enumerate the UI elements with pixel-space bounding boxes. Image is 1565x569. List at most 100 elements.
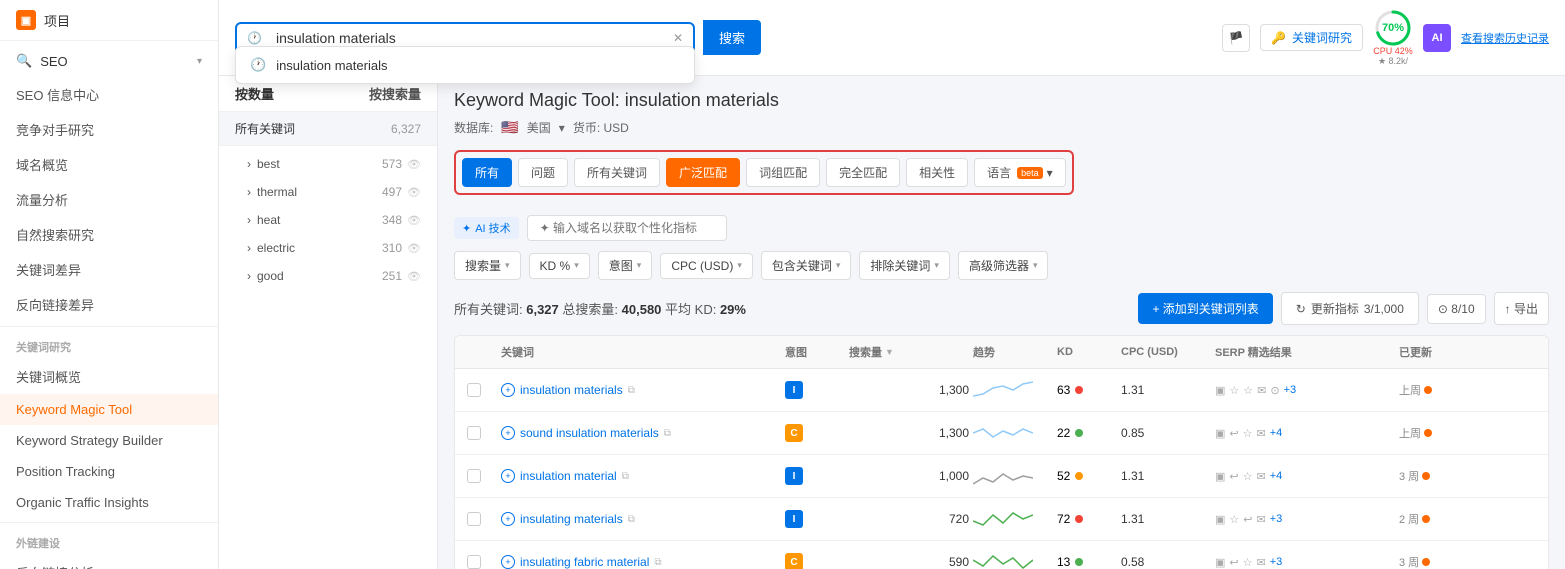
serp-icon-1: ▣ [1215,470,1225,483]
filter-tab-lang[interactable]: 语言 beta ▾ [974,158,1066,187]
copy-icon[interactable]: ⧉ [628,385,635,396]
kw-group-item-label: electric [257,241,295,255]
add-kw-icon[interactable]: + [501,469,515,483]
cpc-cell: 0.85 [1121,426,1211,440]
kw-group-item-best[interactable]: › best 573 👁 [219,150,437,178]
kw-group-list: › best 573 👁 › thermal 497 👁 [219,146,437,294]
filter-tab-exact[interactable]: 完全匹配 [826,158,900,187]
row-checkbox[interactable] [467,383,481,397]
stats-actions: + 添加到关键词列表 ↻ 更新指标 3/1,000 ⊙ 8/10 ↑ 导出 [1138,292,1549,325]
sidebar-item-organic-research[interactable]: 自然搜索研究 [0,217,218,252]
ai-icon: ✦ [462,222,471,235]
row-checkbox[interactable] [467,469,481,483]
sidebar-item-kw-gap[interactable]: 关键词差异 [0,252,218,287]
add-kw-icon[interactable]: + [501,555,515,569]
row-checkbox[interactable] [467,426,481,440]
th-volume[interactable]: 搜索量 ▼ [849,344,969,360]
filter-include-kw[interactable]: 包含关键词 ▾ [761,251,852,280]
add-kw-icon[interactable]: + [501,383,515,397]
updated-text: 上周 [1399,425,1421,441]
filter-search-vol[interactable]: 搜索量 ▾ [454,251,521,280]
serp-icon-2: ☆ [1229,513,1239,526]
sidebar-item-label: 竞争对手研究 [16,120,94,139]
update-metrics-button[interactable]: ↻ 更新指标 3/1,000 [1281,292,1419,325]
sidebar-item-label: Position Tracking [16,464,115,479]
filter-cpc[interactable]: CPC (USD) ▾ [660,253,753,279]
kw-group-item-electric[interactable]: › electric 310 👁 [219,234,437,262]
serp-plus: +4 [1270,427,1283,439]
th-intent-label: 意图 [785,344,807,360]
keyword-link[interactable]: sound insulation materials [520,426,659,440]
sidebar-item-domain[interactable]: 域名概览 [0,147,218,182]
sidebar-item-seo-info[interactable]: SEO 信息中心 [0,77,218,112]
row-checkbox[interactable] [467,555,481,569]
add-kw-icon[interactable]: + [501,426,515,440]
kw-group-item-heat[interactable]: › heat 348 👁 [219,206,437,234]
search-dropdown-item[interactable]: 🕐 insulation materials [236,47,694,83]
sidebar-item-backlink-gap[interactable]: 反向链接差异 [0,287,218,322]
copy-icon[interactable]: ⧉ [654,557,661,568]
row-checkbox[interactable] [467,512,481,526]
keyword-link[interactable]: insulation material [520,469,617,483]
serp-icon-2: ↩ [1229,427,1238,440]
copy-icon[interactable]: ⧉ [628,514,635,525]
filter-tab-all[interactable]: 所有 [462,158,512,187]
progress-circle: 70% [1373,8,1413,48]
sidebar-item-kw-strategy[interactable]: Keyword Strategy Builder [0,425,218,456]
kw-group-item-good[interactable]: › good 251 👁 [219,262,437,290]
sidebar-item-traffic[interactable]: 流量分析 [0,182,218,217]
chevron-icon: ▾ [574,260,579,271]
copy-icon[interactable]: ⧉ [622,471,629,482]
filter-intent[interactable]: 意图 ▾ [598,251,653,280]
export-button[interactable]: ↑ 导出 [1494,292,1549,325]
eye-icon: 👁 [407,214,421,227]
count-button[interactable]: ⊙ 8/10 [1427,294,1486,324]
filter-advanced[interactable]: 高级筛选器 ▾ [958,251,1049,280]
filter-tab-question[interactable]: 问题 [518,158,568,187]
avg-kd-label: 平均 KD: [665,302,720,317]
serp-icon-5: ⊙ [1270,384,1279,397]
filter-tab-broad[interactable]: 广泛匹配 [666,158,740,187]
flag-button[interactable]: 🏴 [1222,24,1250,52]
ai-domain-input[interactable] [527,215,727,241]
currency-label: 货币: USD [573,119,629,136]
sidebar-item-kw-overview[interactable]: 关键词概览 [0,359,218,394]
filter-exclude-kw[interactable]: 排除关键词 ▾ [859,251,950,280]
cpc-cell: 1.31 [1121,383,1211,397]
ai-button[interactable]: AI [1423,24,1451,52]
serp-plus: +4 [1270,470,1283,482]
sidebar-item-position-tracking[interactable]: Position Tracking [0,456,218,487]
updated-cell: 上周 [1399,382,1479,398]
sidebar-item-competitor[interactable]: 竞争对手研究 [0,112,218,147]
kw-group-item-count: 573 [382,157,402,171]
filter-tab-related[interactable]: 相关性 [906,158,968,187]
filter-tab-all-kw[interactable]: 所有关键词 [574,158,660,187]
copy-icon[interactable]: ⧉ [664,428,671,439]
serp-icon-1: ▣ [1215,427,1225,440]
add-kw-icon[interactable]: + [501,512,515,526]
keyword-link[interactable]: insulating fabric material [520,555,649,569]
chevron-country-icon[interactable]: ▾ [559,121,565,135]
search-history-button[interactable]: 查看搜索历史记录 [1461,30,1549,46]
add-to-list-button[interactable]: + 添加到关键词列表 [1138,293,1272,324]
th-keyword: 关键词 [501,344,781,360]
kd-cell: 63 [1057,383,1117,397]
kw-group-all-item[interactable]: 所有关键词 6,327 [219,112,437,146]
kd-value: 22 [1057,426,1070,440]
sidebar-seo-parent[interactable]: 🔍 SEO ▾ [0,45,218,77]
th-serp-label: SERP 精选结果 [1215,344,1292,360]
volume-cell: 1,300 [849,383,969,397]
trend-cell [973,550,1053,569]
sidebar-item-backlink-analysis[interactable]: 反向链接分析 [0,555,218,569]
sidebar-item-organic-insights[interactable]: Organic Traffic Insights [0,487,218,518]
kw-group-item-thermal[interactable]: › thermal 497 👁 [219,178,437,206]
keyword-link[interactable]: insulating materials [520,512,623,526]
keyword-link[interactable]: insulation materials [520,383,623,397]
kw-research-button[interactable]: 🔑 关键词研究 [1260,24,1363,51]
sidebar-item-kw-magic[interactable]: Keyword Magic Tool [0,394,218,425]
serp-cell: ▣ ☆ ☆ ✉ ⊙ +3 [1215,384,1395,397]
ai-badge-label: AI 技术 [475,220,510,236]
search-button[interactable]: 搜索 [703,20,761,55]
filter-kd[interactable]: KD % ▾ [529,253,590,279]
filter-tab-phrase[interactable]: 词组匹配 [746,158,820,187]
